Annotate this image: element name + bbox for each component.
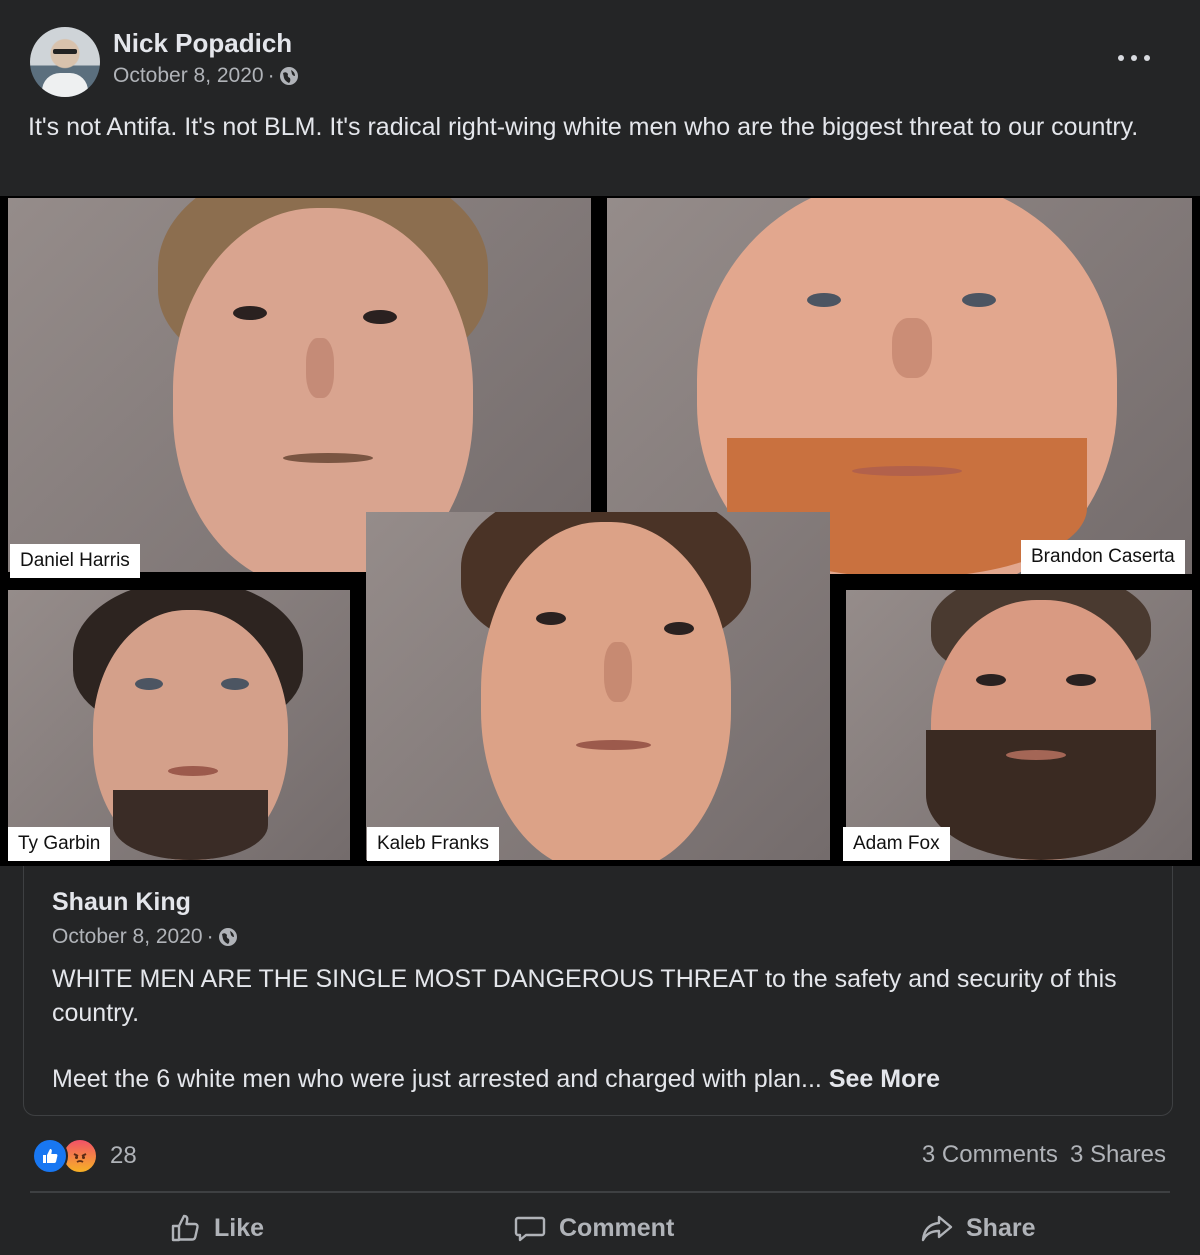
meta-separator: · — [206, 925, 214, 948]
photo-collage[interactable]: Daniel Harris Brandon Caserta Ty Garbin … — [0, 196, 1200, 866]
post-date[interactable]: October 8, 2020 — [113, 64, 264, 88]
photo-caption: Brandon Caserta — [1021, 540, 1185, 574]
engagement-counts: 3 Comments 3 Shares — [922, 1141, 1166, 1169]
mugshot-photo — [846, 590, 1192, 860]
like-button[interactable]: Like — [168, 1206, 264, 1250]
comment-button[interactable]: Comment — [513, 1206, 674, 1250]
shared-author-name[interactable]: Shaun King — [52, 888, 191, 917]
share-arrow-icon — [921, 1215, 953, 1242]
more-options-icon[interactable] — [1116, 46, 1152, 70]
dot — [1144, 55, 1150, 61]
photo-caption: Adam Fox — [843, 827, 950, 861]
mugshot-photo — [8, 590, 350, 860]
comments-count[interactable]: 3 Comments — [922, 1141, 1058, 1169]
globe-icon — [218, 928, 237, 946]
like-label: Like — [214, 1213, 265, 1242]
shared-text-line: Meet the 6 white men who were just arres… — [52, 1065, 822, 1093]
shared-date[interactable]: October 8, 2020 — [52, 925, 203, 949]
mugshot-photo — [366, 512, 830, 860]
share-label: Share — [966, 1213, 1036, 1242]
comment-icon — [514, 1216, 546, 1242]
see-more-link[interactable]: See More — [829, 1065, 940, 1093]
shared-text-truncated: Meet the 6 white men who were just arres… — [52, 1062, 1152, 1096]
globe-icon — [279, 67, 298, 85]
shared-text: WHITE MEN ARE THE SINGLE MOST DANGEROUS … — [52, 965, 1117, 1027]
dot — [1118, 55, 1124, 61]
photo-caption: Kaleb Franks — [367, 827, 499, 861]
share-button[interactable]: Share — [920, 1206, 1035, 1250]
comment-label: Comment — [559, 1213, 675, 1242]
photo-caption: Ty Garbin — [8, 827, 111, 861]
like-reaction-icon — [32, 1138, 68, 1174]
shares-count[interactable]: 3 Shares — [1070, 1141, 1166, 1169]
post-author-name[interactable]: Nick Popadich — [113, 28, 292, 59]
shared-meta: October 8, 2020 · — [52, 925, 238, 949]
thumbs-up-icon — [171, 1214, 199, 1242]
post-meta: October 8, 2020 · — [113, 64, 299, 88]
reactions-summary[interactable]: 28 — [32, 1138, 137, 1174]
avatar-shirt — [42, 73, 88, 97]
author-avatar[interactable] — [30, 27, 100, 97]
divider — [30, 1191, 1170, 1193]
reaction-count: 28 — [110, 1142, 137, 1169]
avatar-glasses — [53, 49, 77, 54]
facebook-post: Nick Popadich October 8, 2020 · It's not… — [0, 0, 1200, 1255]
photo-caption: Daniel Harris — [10, 544, 140, 578]
meta-separator: · — [267, 64, 275, 87]
dot — [1131, 55, 1137, 61]
post-text: It's not Antifa. It's not BLM. It's radi… — [28, 113, 1139, 141]
